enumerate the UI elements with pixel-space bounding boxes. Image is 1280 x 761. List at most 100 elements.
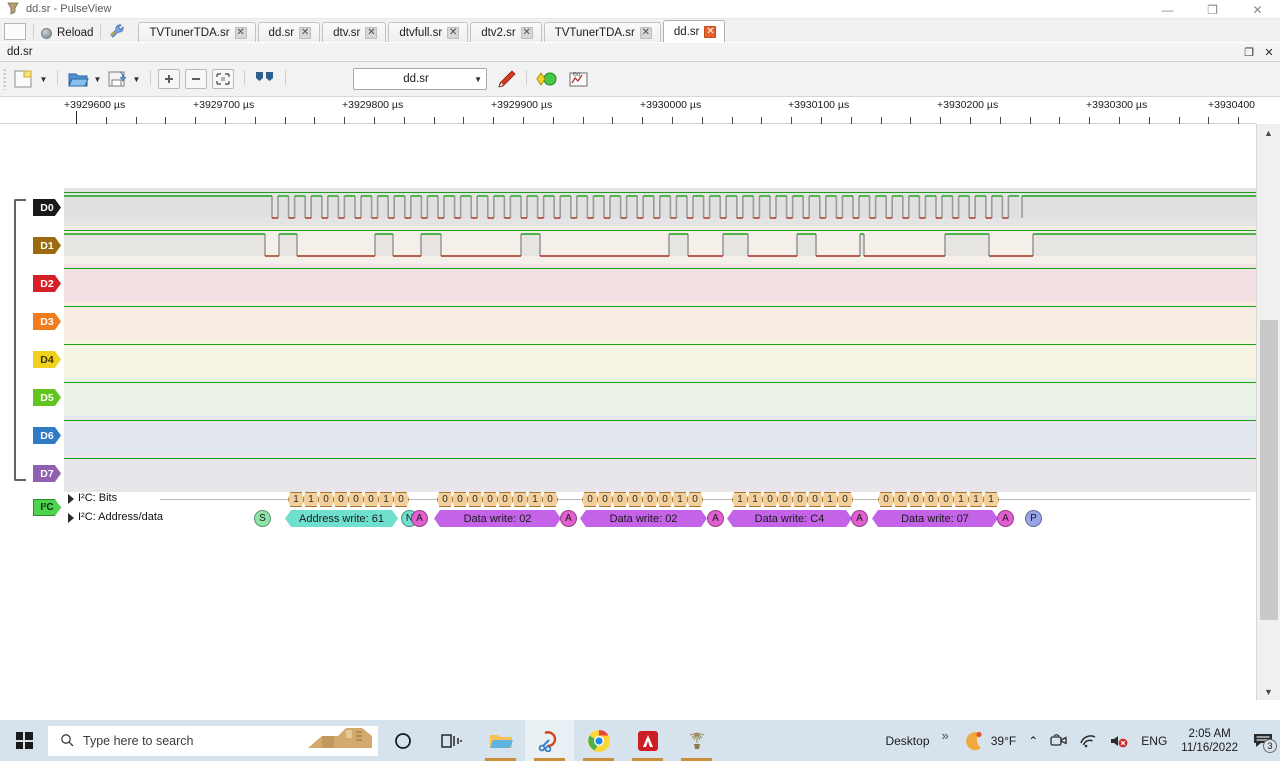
decoder-annotation-data-write-3[interactable]: Data write: C4 [727, 510, 852, 527]
session-tab-close-icon[interactable]: ✕ [639, 26, 652, 39]
tray-expand-button[interactable]: ⌃ [1022, 734, 1044, 748]
session-tab-close-icon[interactable]: ✕ [234, 26, 247, 39]
zoom-in-button[interactable] [158, 69, 180, 89]
decoder-annotation-stop-condition[interactable]: P [1025, 510, 1042, 527]
decoder-row-label[interactable]: I²C: Address/data [78, 511, 163, 523]
session-tab[interactable]: dtvfull.sr ✕ [388, 22, 469, 42]
zoom-out-button[interactable] [185, 69, 207, 89]
decoder-bit[interactable]: 0 [582, 492, 598, 507]
session-tab[interactable]: TVTunerTDA.sr ✕ [138, 22, 256, 42]
session-tab[interactable]: dd.sr ✕ [257, 22, 321, 42]
trace-canvas[interactable]: D0 D1 D2 D3 D4 D5 D6 D7 I²C I²C: Bits I²C: Addres… [0, 124, 1256, 700]
decoder-bit[interactable]: 1 [672, 492, 688, 507]
decoder-bit[interactable]: 0 [878, 492, 894, 507]
session-tab[interactable]: dtv2.sr ✕ [470, 22, 542, 42]
session-tab-close-icon[interactable]: ✕ [299, 26, 312, 39]
close-button[interactable]: ✕ [1235, 0, 1280, 19]
decoder-bit[interactable]: 0 [597, 492, 613, 507]
channel-label-d1[interactable]: D1 [33, 237, 61, 254]
taskbar-cortana-button[interactable] [378, 720, 427, 761]
open-file-caret[interactable]: ▼ [91, 66, 104, 92]
decoder-bit[interactable]: 1 [968, 492, 984, 507]
session-tab-close-icon[interactable]: ✕ [520, 26, 533, 39]
tray-overflow-glyph[interactable]: » [936, 720, 955, 743]
decoder-bit[interactable]: 0 [333, 492, 349, 507]
decoder-bit[interactable]: 0 [837, 492, 853, 507]
session-tab-close-icon[interactable]: ✕ [365, 26, 378, 39]
decoder-bit[interactable]: 0 [938, 492, 954, 507]
decoder-annotation-ack-3[interactable]: A [707, 510, 724, 527]
decoder-bit[interactable]: 0 [908, 492, 924, 507]
channel-label-d5[interactable]: D5 [33, 389, 61, 406]
decoder-annotation-ack-5[interactable]: A [997, 510, 1014, 527]
decoder-bit[interactable]: 0 [542, 492, 558, 507]
channel-label-d6[interactable]: D6 [33, 427, 61, 444]
minimize-button[interactable]: — [1145, 0, 1190, 19]
decoder-bit[interactable]: 1 [303, 492, 319, 507]
decoder-expand-arrow[interactable] [68, 513, 74, 523]
decoder-annotation-data-write-2[interactable]: Data write: 02 [580, 510, 707, 527]
save-as-caret[interactable]: ▼ [130, 66, 143, 92]
decoder-bit[interactable]: 1 [747, 492, 763, 507]
taskbar-sigrok-button[interactable] [672, 720, 721, 761]
decoder-annotation-ack-4[interactable]: A [851, 510, 868, 527]
desktop-label[interactable]: Desktop [879, 734, 935, 748]
session-tab-close-icon[interactable]: ✕ [447, 26, 460, 39]
decoder-annotation-ack-1[interactable]: A [411, 510, 428, 527]
new-session-button-main[interactable] [11, 66, 37, 92]
decoder-bit[interactable]: 1 [378, 492, 394, 507]
language-indicator[interactable]: ENG [1135, 734, 1173, 748]
decoder-bit[interactable]: 0 [363, 492, 379, 507]
session-tab[interactable]: dtv.sr ✕ [322, 22, 387, 42]
decoder-bit[interactable]: 0 [627, 492, 643, 507]
show-cursors-button[interactable] [252, 66, 278, 92]
taskbar-chrome-button[interactable] [574, 720, 623, 761]
start-button[interactable] [0, 720, 48, 761]
decoder-bit[interactable]: 0 [923, 492, 939, 507]
maximize-button[interactable]: ❐ [1190, 0, 1235, 19]
decoder-annotation-ack-2[interactable]: A [560, 510, 577, 527]
decoder-bit[interactable]: 1 [288, 492, 304, 507]
open-file-button[interactable] [65, 66, 91, 92]
run-button[interactable] [493, 66, 519, 92]
time-ruler[interactable]: +3929600 µs +3929700 µs +3929800 µs +392990… [0, 97, 1256, 124]
decoder-bit[interactable]: 0 [348, 492, 364, 507]
taskbar-adobe-reader-button[interactable] [623, 720, 672, 761]
decoder-bit[interactable]: 0 [893, 492, 909, 507]
decoder-bit[interactable]: 0 [612, 492, 628, 507]
new-session-caret[interactable]: ▼ [37, 66, 50, 92]
trigger-button[interactable] [534, 66, 560, 92]
decoder-badge-i2c[interactable]: I²C [33, 499, 61, 516]
decoder-bit[interactable]: 0 [393, 492, 409, 507]
taskbar-file-explorer-button[interactable] [476, 720, 525, 761]
session-tab-close-icon[interactable]: ✕ [704, 25, 717, 38]
decoder-bit[interactable]: 0 [437, 492, 453, 507]
decoder-annotation-data-write-4[interactable]: Data write: 07 [872, 510, 998, 527]
channel-label-d0[interactable]: D0 [33, 199, 61, 216]
subwindow-close-button[interactable]: ✕ [1262, 45, 1276, 59]
notification-center-button[interactable]: 3 [1246, 720, 1280, 761]
channel-label-d4[interactable]: D4 [33, 351, 61, 368]
session-tab[interactable]: TVTunerTDA.sr ✕ [543, 22, 661, 42]
decoder-bit[interactable]: 0 [657, 492, 673, 507]
channel-label-d3[interactable]: D3 [33, 313, 61, 330]
decoder-bit[interactable]: 0 [687, 492, 703, 507]
add-decoder-button[interactable]: f(x) [566, 66, 592, 92]
settings-button[interactable] [108, 23, 128, 39]
decoder-bit[interactable]: 0 [512, 492, 528, 507]
decoder-annotation-start-condition[interactable]: S [254, 510, 271, 527]
toolbar-grip[interactable] [3, 68, 7, 90]
channel-group-bracket[interactable] [14, 199, 26, 481]
decoder-bit[interactable]: 1 [983, 492, 999, 507]
decoder-bit[interactable]: 1 [953, 492, 969, 507]
decoder-bit[interactable]: 0 [762, 492, 778, 507]
session-tab[interactable]: dd.sr ✕ [662, 20, 726, 42]
wifi-icon[interactable] [1073, 733, 1103, 748]
new-session-button[interactable] [4, 23, 26, 40]
taskbar-task-view-button[interactable] [427, 720, 476, 761]
save-as-button[interactable] [104, 66, 130, 92]
decoder-bit[interactable]: 0 [467, 492, 483, 507]
decoder-bit[interactable]: 0 [777, 492, 793, 507]
vertical-scrollbar[interactable]: ▲ ▼ [1256, 124, 1280, 700]
taskbar-pulseview-button[interactable] [525, 720, 574, 761]
